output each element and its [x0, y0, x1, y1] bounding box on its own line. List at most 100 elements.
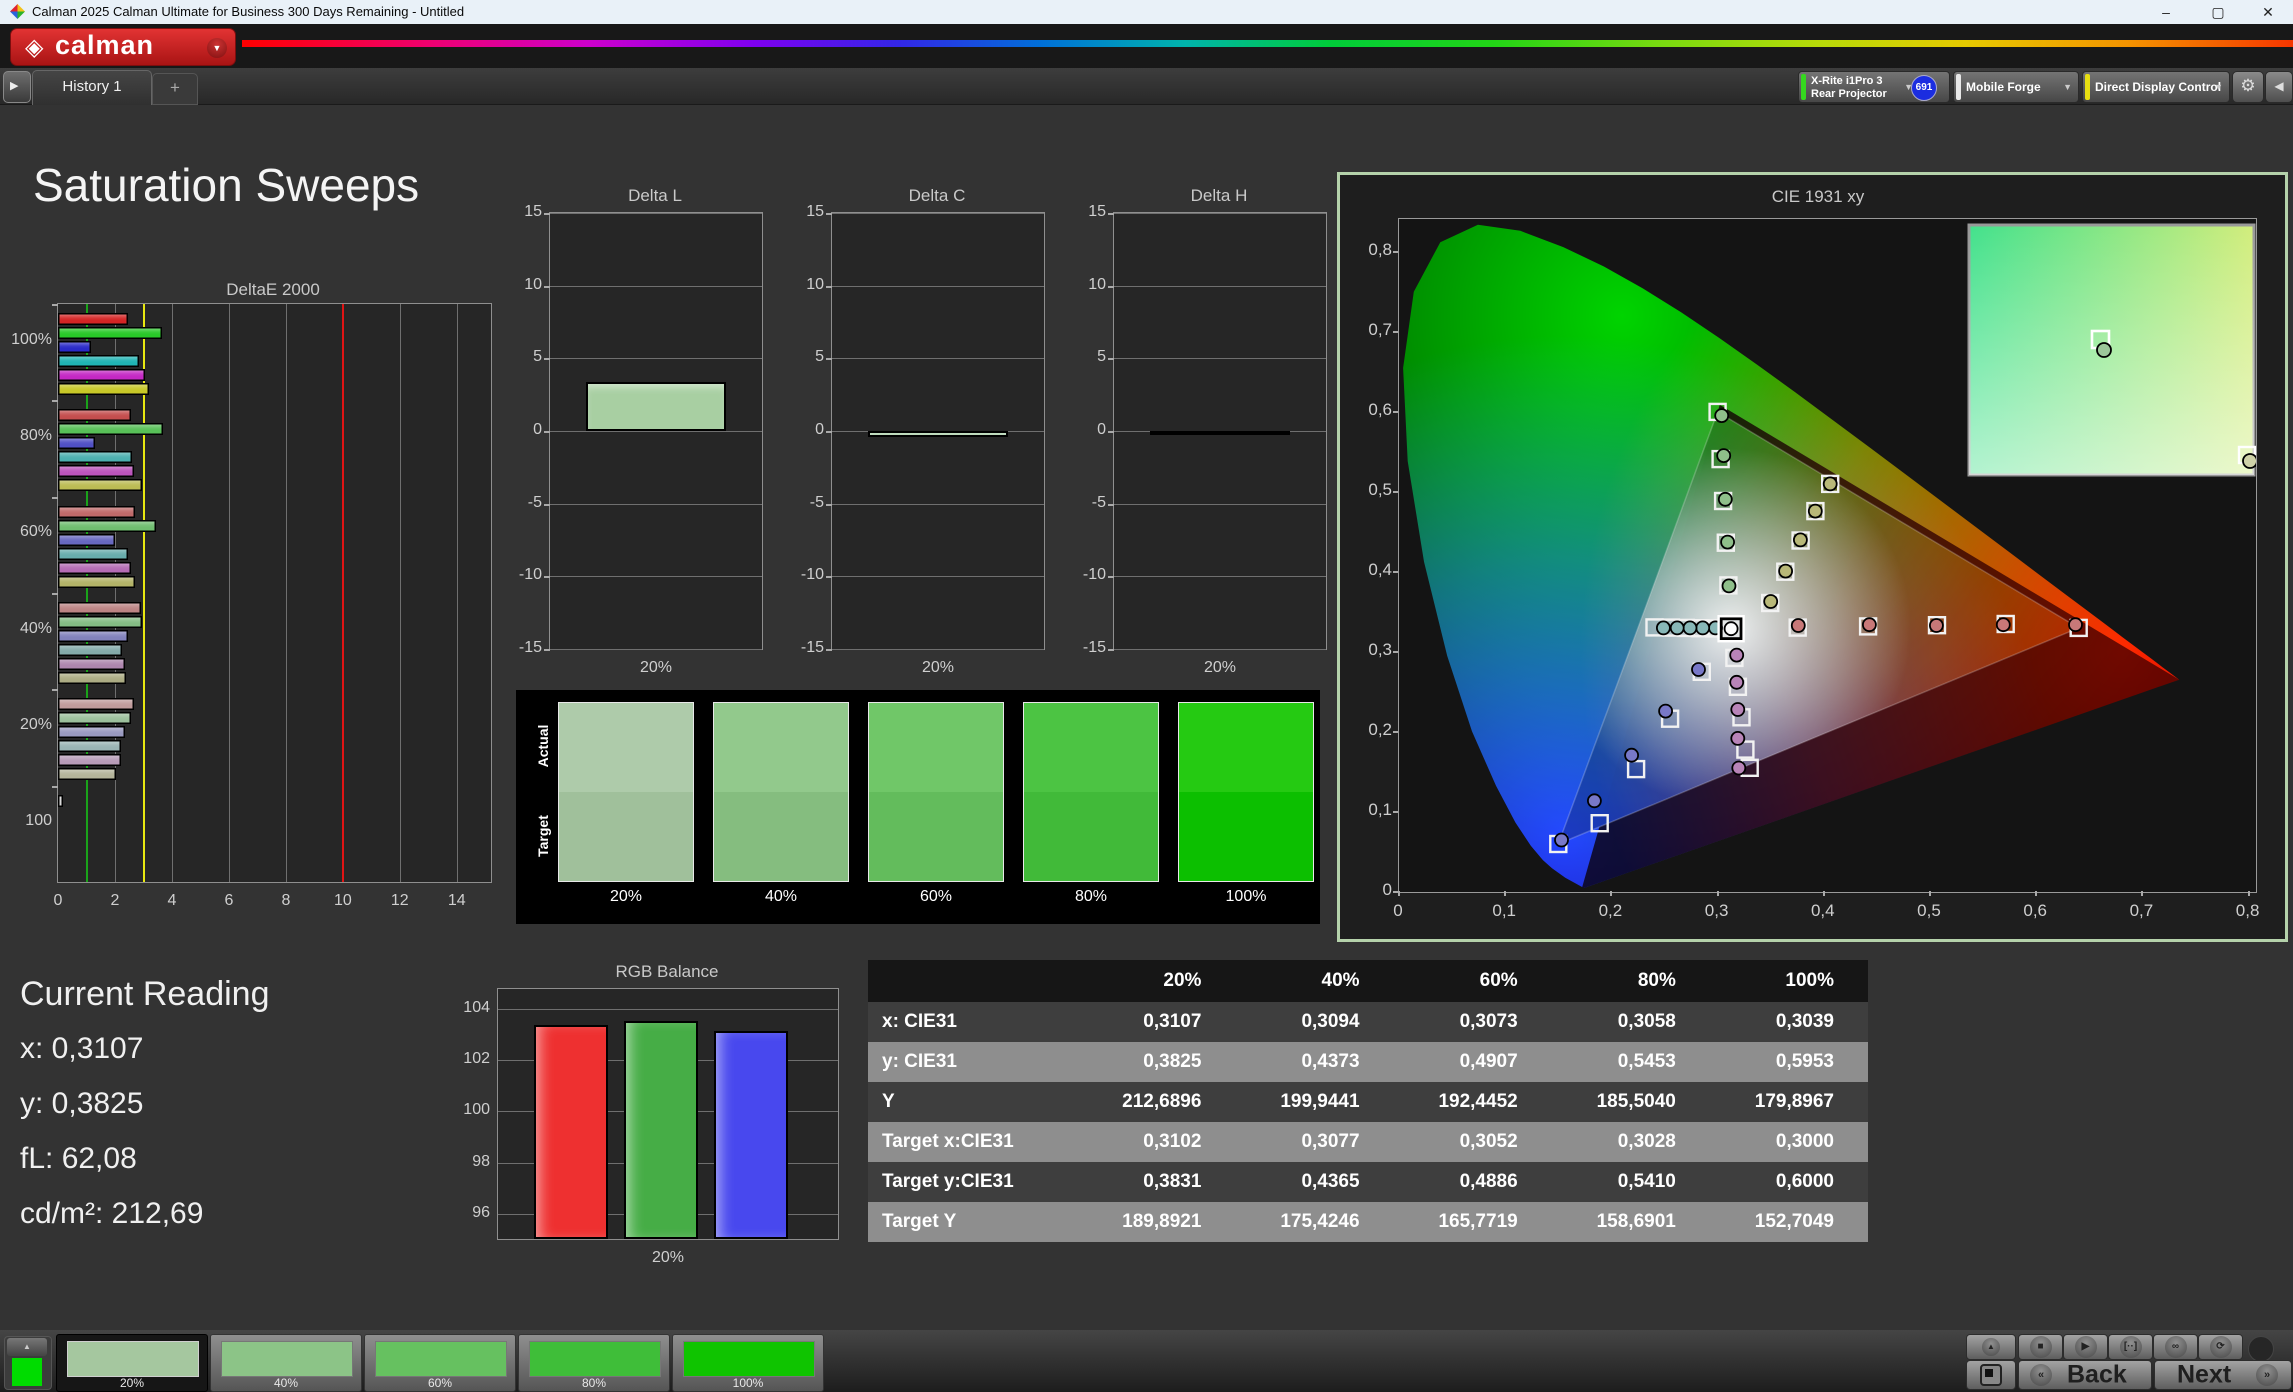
inset-measured-point: [2096, 342, 2112, 358]
deltae-bar-green-60%: [58, 519, 157, 532]
transport-up-button[interactable]: ▲: [1966, 1334, 2016, 1360]
deltae-bar-red-40%: [58, 602, 141, 614]
pattern-chip: [221, 1341, 353, 1377]
mini-y-tick-label: -10: [1082, 566, 1106, 584]
window-title: Calman 2025 Calman Ultimate for Business…: [32, 4, 465, 19]
mini-y-tick-label: -15: [1082, 639, 1106, 656]
deltae-y-tick: [52, 400, 58, 403]
cie-x-tick-label: 0,2: [1598, 901, 1623, 920]
refresh-button[interactable]: ⟳: [2198, 1334, 2243, 1360]
mini-y-tick: [1108, 358, 1114, 361]
collapse-panel-button[interactable]: ◀: [2265, 71, 2293, 103]
settings-button[interactable]: ⚙: [2232, 71, 2264, 103]
close-icon[interactable]: ✕: [2245, 0, 2291, 24]
deltae-x-tick-label: 12: [390, 892, 409, 909]
table-cell: 199,9441: [1235, 1082, 1394, 1122]
mini-y-tick-label: 10: [806, 275, 824, 293]
cie-x-tick-label: 0,3: [1704, 901, 1729, 920]
source-dropdown[interactable]: Mobile Forge ▼: [1953, 71, 2079, 103]
mini-y-tick-label: 10: [1088, 275, 1106, 293]
deltae-bar-yellow-80%: [58, 479, 142, 492]
pattern-button-80%[interactable]: 80%: [518, 1334, 670, 1392]
table-row: x: CIE31 0,3107 0,3094 0,3073 0,3058 0,3039: [868, 1002, 1868, 1042]
read-series-button[interactable]: [··]: [2108, 1334, 2153, 1360]
deltaC-chart-title: Delta C: [908, 186, 966, 205]
current-reading-fl: fL: 62,08: [20, 1142, 137, 1175]
read-series-icon: [··]: [2119, 1336, 2142, 1358]
cie-x-tick: [1610, 891, 1613, 896]
stop-pattern-button[interactable]: [1966, 1360, 2016, 1390]
table-cell: 158,6901: [1551, 1202, 1710, 1242]
play-button[interactable]: ▶: [2063, 1334, 2108, 1360]
table-cell: 0,3058: [1551, 1002, 1710, 1042]
pattern-button-label: 100%: [732, 1376, 764, 1390]
cie-y-tick: [1393, 330, 1398, 333]
back-button-label: Back: [2067, 1360, 2127, 1389]
mini-y-tick: [1108, 503, 1114, 506]
deltae-bar-blue-40%: [58, 630, 128, 642]
rgb-balance-title: RGB Balance: [615, 962, 719, 981]
deltae-ref-line-10: [341, 304, 344, 882]
continuous-button[interactable]: ∞: [2153, 1334, 2198, 1360]
pattern-button-100%[interactable]: 100%: [672, 1334, 824, 1392]
pattern-button-40%[interactable]: 40%: [210, 1334, 362, 1392]
gear-icon: ⚙: [2240, 76, 2256, 95]
continuous-icon: ∞: [2164, 1336, 2187, 1358]
rgb-bar-green: [624, 1020, 698, 1239]
table-row-label: Target Y: [868, 1202, 1078, 1242]
pattern-up-button[interactable]: ▲: [7, 1338, 47, 1356]
deltaH-chart-title: Delta H: [1190, 186, 1248, 205]
mini-gridline: [832, 213, 1044, 214]
pattern-button-60%[interactable]: 60%: [364, 1334, 516, 1392]
swatch-actual-80%: [1023, 702, 1159, 792]
layout-expand-button[interactable]: ▶: [3, 71, 31, 103]
cie-panel[interactable]: CIE 1931 xy 0 0,1 0,2 0,3 0,4 0,5 0,6 0,…: [1337, 172, 2288, 942]
stop-button[interactable]: ■: [2018, 1334, 2063, 1360]
table-cell: 0,4907: [1393, 1042, 1552, 1082]
table-cell: 192,4452: [1393, 1082, 1552, 1122]
current-reading-cdm2: cd/m²: 212,69: [20, 1197, 204, 1230]
table-row-label: x: CIE31: [868, 1002, 1078, 1042]
mini-y-tick: [826, 649, 832, 651]
meter-status-stripe: [1801, 74, 1806, 100]
table-cell: 0,3094: [1235, 1002, 1394, 1042]
pattern-button-20%[interactable]: 20%: [56, 1334, 208, 1392]
minimize-icon[interactable]: –: [2143, 0, 2189, 24]
deltae-y-tick: [52, 689, 58, 692]
cie-measured-blue: [1586, 793, 1602, 809]
cie-measured-yellow: [1778, 563, 1794, 579]
cie-measured-cyan: [1655, 620, 1671, 636]
mini-gridline: [832, 649, 1044, 650]
table-header-20%: 20%: [1077, 960, 1236, 1002]
swatch-target-60%: [868, 792, 1004, 882]
cie-measured-blue: [1624, 747, 1640, 763]
cie-chart: [1398, 218, 2257, 893]
table-cell: 0,3028: [1551, 1122, 1710, 1162]
cie-measured-yellow: [1792, 532, 1808, 548]
display-control-dropdown[interactable]: Direct Display Control ▼: [2082, 71, 2230, 103]
mini-y-tick-label: 5: [1097, 348, 1106, 366]
deltae-gridline: [285, 304, 287, 882]
pattern-chip: [683, 1341, 815, 1377]
cie-x-tick-label: 0,5: [1917, 901, 1941, 920]
mini-gridline: [1114, 503, 1326, 505]
calman-menu-dropdown-icon[interactable]: ▼: [207, 38, 227, 58]
meter-dropdown[interactable]: X-Rite i1Pro 3 Rear Projector ▼ 691: [1798, 71, 1950, 103]
tab-history-1[interactable]: History 1: [32, 70, 152, 105]
mini-gridline: [1114, 576, 1326, 578]
table-header-40%: 40%: [1235, 960, 1394, 1002]
mini-y-tick: [1108, 649, 1114, 651]
rgb-y-tick-label: 96: [472, 1203, 490, 1221]
table-row-label: Y: [868, 1082, 1078, 1122]
add-tab-button[interactable]: +: [152, 73, 198, 105]
deltae-group-label: 100%: [11, 330, 52, 348]
maximize-icon[interactable]: ▢: [2195, 0, 2241, 24]
mini-y-tick: [544, 576, 550, 579]
next-button[interactable]: Next »: [2154, 1360, 2292, 1390]
calman-logo-text: calman: [55, 30, 155, 60]
deltae-group-label: 60%: [19, 523, 52, 541]
deltae-bar-blue-20%: [58, 726, 125, 739]
mini-y-tick: [544, 649, 550, 651]
calman-menu-button[interactable]: ◈ calman ▼: [10, 28, 236, 66]
back-button[interactable]: « Back: [2018, 1360, 2152, 1390]
